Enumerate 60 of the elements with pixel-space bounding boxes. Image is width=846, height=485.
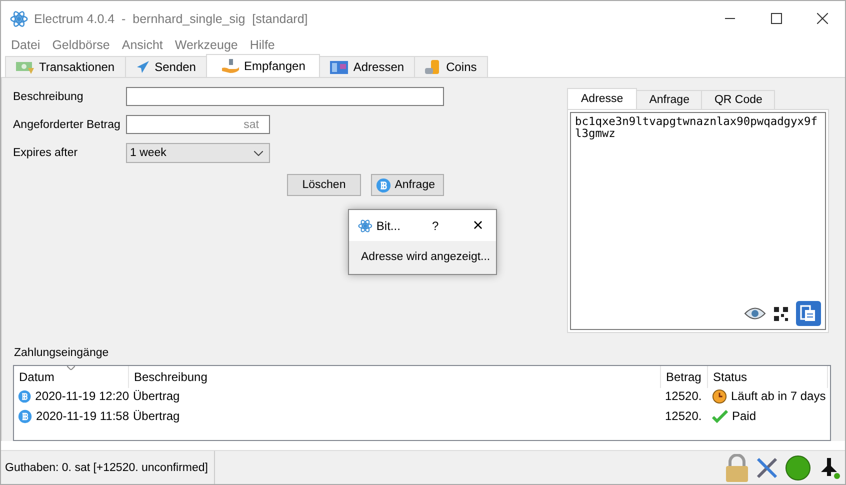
amount-field[interactable]: sat <box>126 115 270 134</box>
menu-item[interactable]: Ansicht <box>116 36 169 55</box>
tab[interactable]: Transaktionen <box>5 56 126 77</box>
table-cell: 2020-11-19 12:20 <box>14 388 129 404</box>
chevron-down-icon <box>254 150 263 156</box>
clock-icon <box>712 388 727 404</box>
field-label: Beschreibung <box>13 90 84 102</box>
close-button[interactable]: × <box>460 215 496 236</box>
address-book-icon <box>330 60 348 74</box>
menu-item[interactable]: Datei <box>5 36 46 55</box>
copy-icon[interactable] <box>796 301 821 326</box>
status-cell: Läuft ab in 7 days <box>708 388 828 404</box>
paper-plane-icon <box>136 60 150 74</box>
banknote-icon <box>16 60 34 74</box>
tab[interactable]: Adressen <box>319 56 416 77</box>
table-cell: 2020-11-19 11:58 <box>14 408 129 424</box>
clear-button[interactable]: Löschen <box>287 174 361 196</box>
request-button[interactable]: Anfrage <box>370 174 444 196</box>
qr-code-icon[interactable] <box>774 306 788 320</box>
table-cell-text: Übertrag <box>132 389 181 403</box>
checkmark-icon <box>712 410 728 422</box>
tab[interactable]: Senden <box>124 56 207 77</box>
eye-icon[interactable] <box>744 307 766 320</box>
atom-icon <box>358 218 372 234</box>
tab[interactable]: Coins <box>414 56 488 77</box>
atom-icon <box>10 10 28 28</box>
bitcoin-icon <box>376 178 391 192</box>
help-button[interactable]: ? <box>414 218 456 232</box>
network-status-icon[interactable] <box>785 454 811 480</box>
balance-text: Guthaben: 0. sat [+12520. unconfirmed] <box>5 451 215 484</box>
hand-coin-icon <box>220 58 239 74</box>
menu-item[interactable]: Geldbörse <box>46 36 116 55</box>
bitcoin-icon <box>18 388 32 404</box>
column-header[interactable]: Datum <box>14 366 129 388</box>
dialog-title: Bit... <box>376 218 402 232</box>
coins-icon <box>425 60 442 74</box>
field-label: Expires after <box>13 147 79 159</box>
close-icon <box>816 13 828 24</box>
table-cell-text: 12520. <box>664 389 703 403</box>
table-cell-text: 12520. <box>664 409 703 423</box>
column-header[interactable]: Betrag <box>661 366 708 388</box>
status-cell: Paid <box>708 409 828 423</box>
window-title: Electrum 4.0.4 - bernhard_single_sig [standard] <box>34 12 309 26</box>
section-title: Zahlungseingänge <box>14 347 110 359</box>
tab[interactable]: QR Code <box>701 90 776 109</box>
table-cell-text: Übertrag <box>132 409 181 423</box>
minimize-icon <box>725 18 735 19</box>
tab[interactable]: Adresse <box>567 88 638 109</box>
column-header[interactable]: Status <box>708 366 828 388</box>
menu-item[interactable]: Hilfe <box>244 36 281 55</box>
description-field[interactable] <box>126 87 444 106</box>
address-text: bc1qxe3n9ltvapgtwnaznlax90pwqadgyx9fl3gmwz <box>575 116 818 142</box>
tools-icon[interactable] <box>755 456 779 480</box>
field-label: Angeforderter Betrag <box>13 118 122 130</box>
dialog-message: Adresse wird angezeigt... <box>360 250 492 263</box>
bitcoin-icon <box>18 408 32 424</box>
menu-item[interactable]: Werkzeuge <box>168 36 244 55</box>
column-header[interactable]: Beschreibung <box>129 366 661 388</box>
maximize-icon <box>770 13 782 24</box>
expiry-dropdown[interactable]: 1 week <box>126 143 270 163</box>
